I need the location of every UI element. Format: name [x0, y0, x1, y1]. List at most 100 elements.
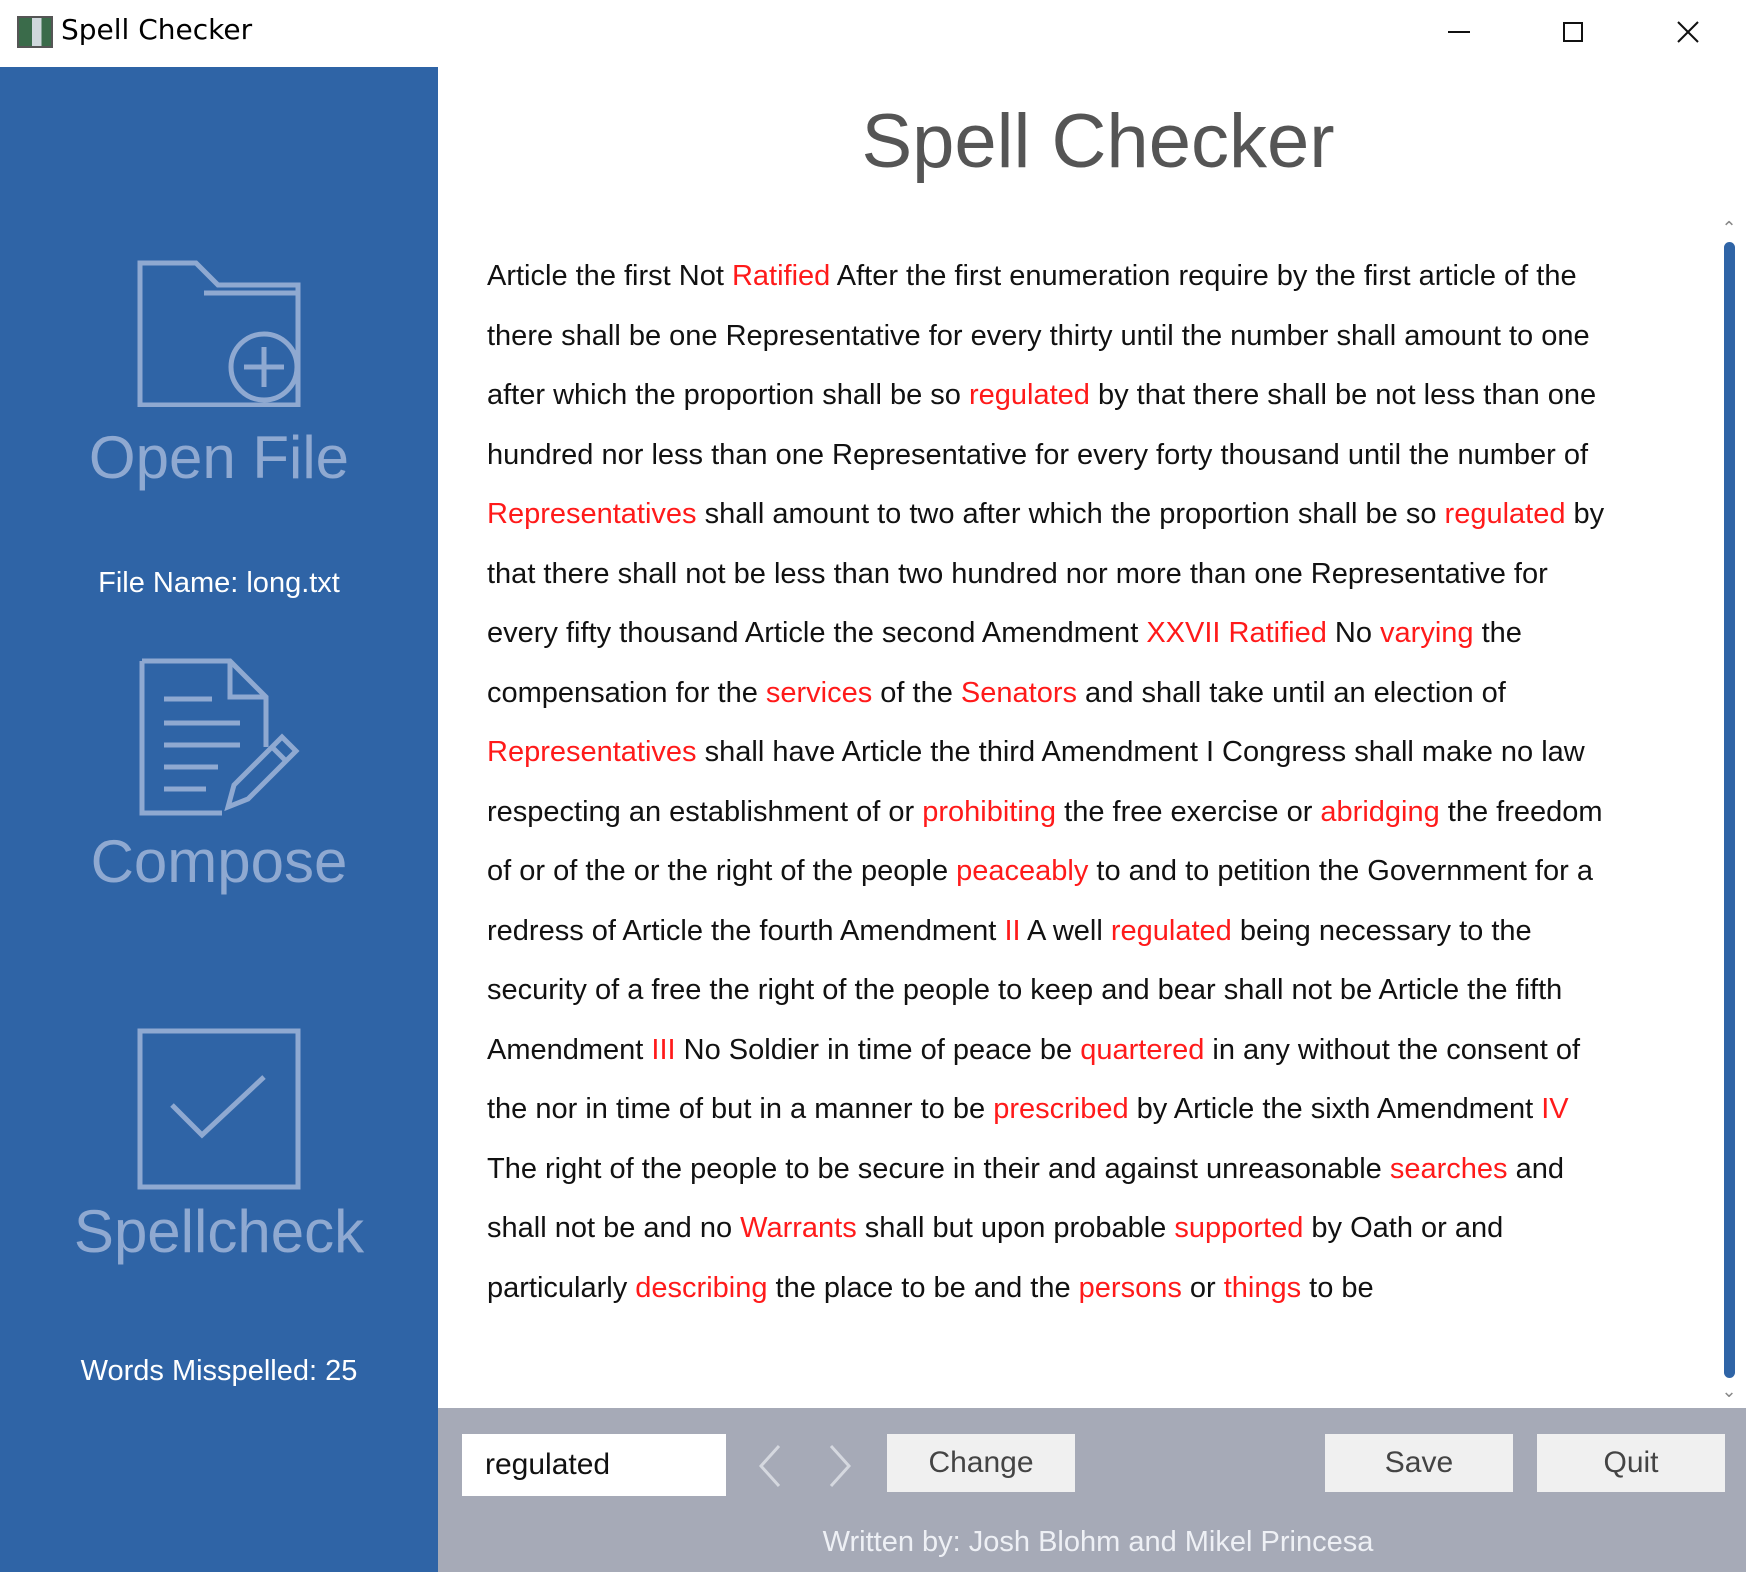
text-segment: the — [1473, 617, 1522, 649]
text-segment: security of a free the right of the peop… — [487, 974, 1563, 1006]
text-segment: the place to be and the — [767, 1271, 1079, 1304]
misspelled-word[interactable]: services — [766, 677, 872, 709]
text-segment: there shall be one Representative for ev… — [487, 319, 1590, 352]
text-segment: of the — [872, 676, 961, 709]
text-segment: of or of the or the right of the people — [487, 855, 957, 887]
text-segment: to be — [1301, 1271, 1374, 1304]
text-segment: shall not be and no — [487, 1212, 741, 1244]
close-icon — [1677, 21, 1699, 43]
text-segment: to and to petition the Government for a — [1088, 855, 1593, 887]
minimize-icon — [1448, 31, 1470, 33]
quit-button[interactable]: Quit — [1537, 1434, 1725, 1492]
scroll-down-arrow[interactable]: ⌄ — [1718, 1382, 1740, 1400]
text-line: compensation for the services of the Sen… — [487, 664, 1667, 724]
text-segment: A well — [1020, 914, 1111, 947]
document-edit-icon — [139, 658, 300, 816]
save-button[interactable]: Save — [1325, 1434, 1513, 1492]
minimize-button[interactable] — [1403, 0, 1515, 64]
text-line: Representatives shall amount to two afte… — [487, 485, 1667, 545]
sidebar: Open File File Name: long.txt Compose Sp… — [0, 67, 438, 1572]
text-segment: hundred nor less than one Representative… — [487, 438, 1589, 471]
text-segment: being necessary to the — [1231, 914, 1532, 947]
text-line: Article the first Not Ratified After the… — [487, 247, 1667, 307]
misspelled-word[interactable]: Ratified — [732, 260, 830, 292]
spellcheck-label: Spellcheck — [73, 1198, 365, 1265]
window-title: Spell Checker — [61, 13, 253, 46]
misspelled-word[interactable]: III — [651, 1034, 675, 1066]
misspelled-word[interactable]: peaceably — [956, 855, 1088, 887]
text-segment: every fifty thousand Article the second … — [487, 617, 1147, 649]
checkbox-icon — [137, 1028, 301, 1190]
text-line: redress of Article the fourth Amendment … — [487, 902, 1667, 962]
misspelled-word[interactable]: prescribed — [993, 1093, 1128, 1125]
misspelled-word[interactable]: prohibiting — [922, 796, 1056, 828]
text-line: particularly describing the place to be … — [487, 1259, 1667, 1319]
app-icon — [17, 16, 53, 48]
misspelled-word[interactable]: Representatives — [487, 498, 697, 530]
misspelled-word[interactable]: Representatives — [487, 736, 697, 768]
next-word-button[interactable] — [818, 1438, 862, 1494]
maximize-icon — [1563, 22, 1583, 42]
text-line: security of a free the right of the peop… — [487, 961, 1667, 1021]
text-segment: that there shall not be less than two hu… — [487, 557, 1548, 590]
text-segment: shall amount to two after which the prop… — [696, 498, 1445, 530]
text-line: respecting an establishment of or prohib… — [487, 783, 1667, 843]
text-line: of or of the or the right of the people … — [487, 842, 1667, 902]
open-file-label: Open File — [88, 424, 350, 491]
bottom-toolbar: Change Save Quit Written by: Josh Blohm … — [438, 1408, 1746, 1572]
text-segment: Article the first Not — [487, 260, 732, 292]
misspelled-word[interactable]: regulated — [1111, 915, 1232, 947]
text-line: shall not be and no Warrants shall but u… — [487, 1199, 1667, 1259]
misspelled-word[interactable]: quartered — [1080, 1034, 1204, 1066]
text-line: every fifty thousand Article the second … — [487, 604, 1667, 664]
text-segment: and shall take until an election of — [1077, 676, 1506, 709]
misspelled-word[interactable]: Warrants — [740, 1212, 857, 1244]
text-segment: Amendment — [487, 1033, 652, 1066]
text-line: after which the proportion shall be so r… — [487, 366, 1667, 426]
misspelled-word[interactable]: abridging — [1320, 796, 1439, 828]
close-button[interactable] — [1632, 0, 1744, 64]
text-line: the nor in time of but in a manner to be… — [487, 1080, 1667, 1140]
scrollbar-thumb[interactable] — [1724, 242, 1735, 1378]
text-segment: by that there shall be not less than one — [1089, 379, 1597, 411]
scroll-up-arrow[interactable]: ⌃ — [1718, 219, 1740, 237]
text-segment: after which the proportion shall be so — [487, 379, 969, 411]
text-segment: the nor in time of but in a manner to be — [487, 1093, 994, 1125]
misspelled-word[interactable]: persons — [1079, 1272, 1182, 1304]
text-segment: by Oath or and — [1303, 1212, 1504, 1244]
file-name-text: File Name: long.txt — [98, 567, 340, 599]
document-text[interactable]: Article the first Not Ratified After the… — [487, 247, 1667, 1318]
misspelled-word[interactable]: searches — [1390, 1153, 1508, 1185]
text-segment: After the first enumeration require by t… — [830, 260, 1577, 292]
text-segment: the freedom — [1439, 795, 1603, 828]
misspelled-word[interactable]: varying — [1380, 617, 1474, 649]
compose-label: Compose — [90, 828, 348, 895]
misspelled-word[interactable]: regulated — [1445, 498, 1566, 530]
words-misspelled-text: Words Misspelled: 25 — [80, 1355, 358, 1387]
text-segment: particularly — [487, 1271, 636, 1304]
misspelled-word[interactable]: describing — [635, 1272, 767, 1304]
maximize-button[interactable] — [1517, 0, 1629, 64]
misspelled-word[interactable]: supported — [1174, 1212, 1303, 1244]
replacement-word-input[interactable] — [462, 1434, 726, 1496]
text-segment: shall have Article the third Amendment I… — [696, 736, 1585, 768]
text-segment: compensation for the — [487, 676, 766, 709]
misspelled-word[interactable]: regulated — [969, 379, 1090, 411]
text-line: there shall be one Representative for ev… — [487, 307, 1667, 367]
text-line: Amendment III No Soldier in time of peac… — [487, 1021, 1667, 1081]
misspelled-word[interactable]: things — [1224, 1272, 1301, 1304]
misspelled-word[interactable]: IV — [1541, 1093, 1568, 1125]
chevron-right-icon — [829, 1444, 852, 1488]
chevron-left-icon — [758, 1444, 781, 1488]
text-segment: and — [1507, 1152, 1564, 1185]
misspelled-word[interactable]: Senators — [961, 677, 1077, 709]
misspelled-word[interactable]: XXVII Ratified — [1146, 617, 1327, 649]
text-segment: shall but upon probable — [856, 1212, 1175, 1244]
text-segment: in any without the consent of — [1204, 1033, 1581, 1066]
previous-word-button[interactable] — [748, 1438, 792, 1494]
misspelled-word[interactable]: II — [1004, 915, 1020, 947]
text-line: Representatives shall have Article the t… — [487, 723, 1667, 783]
change-button[interactable]: Change — [887, 1434, 1075, 1492]
text-line: that there shall not be less than two hu… — [487, 545, 1667, 605]
folder-add-icon — [137, 260, 301, 407]
